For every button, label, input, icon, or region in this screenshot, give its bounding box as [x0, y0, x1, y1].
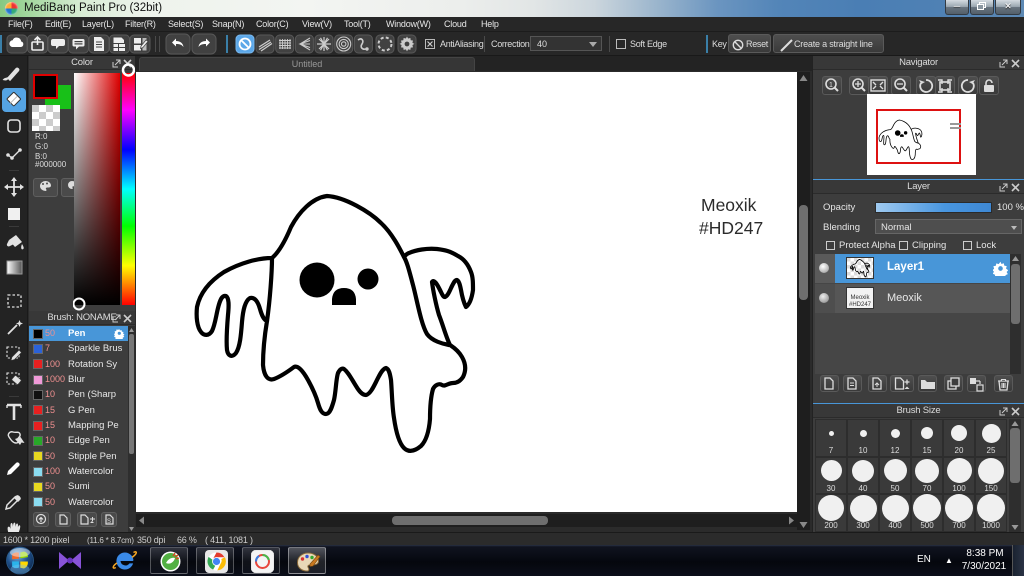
- svg-text:S: S: [107, 519, 111, 525]
- svg-text:1: 1: [829, 82, 833, 89]
- svg-text:#HD247: #HD247: [699, 218, 763, 238]
- svg-text:Meoxik: Meoxik: [701, 195, 757, 215]
